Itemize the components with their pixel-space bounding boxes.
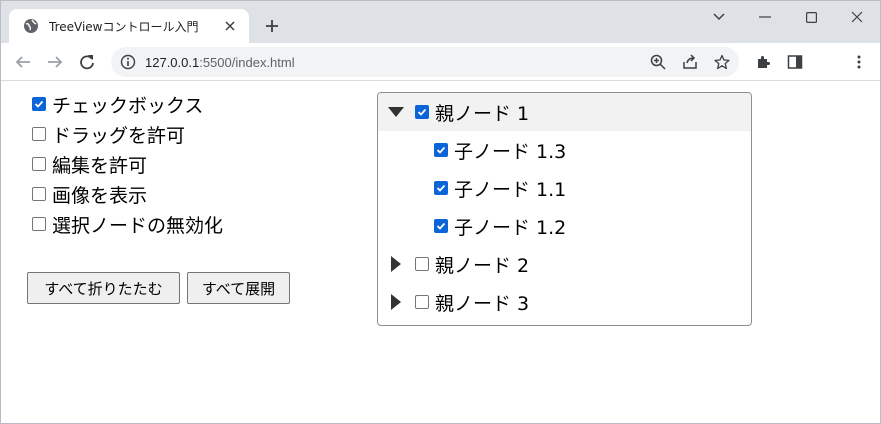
- option-disable-selected[interactable]: 選択ノードの無効化: [32, 212, 224, 237]
- globe-icon: [23, 18, 39, 34]
- checkbox-unchecked[interactable]: [32, 127, 46, 141]
- tree-node-label: 子ノード 1.2: [454, 216, 567, 239]
- bookmark-star-icon[interactable]: [712, 52, 732, 72]
- site-info-icon[interactable]: [111, 54, 145, 70]
- new-tab-button[interactable]: [259, 13, 285, 39]
- side-panel-icon[interactable]: [785, 52, 805, 72]
- caret-right-icon[interactable]: [388, 256, 404, 272]
- tab-strip: TreeViewコントロール入門: [1, 1, 880, 43]
- tree-node-label: 親ノード 2: [435, 254, 530, 277]
- option-label: 編集を許可: [52, 154, 148, 177]
- checkbox-unchecked[interactable]: [32, 157, 46, 171]
- close-tab-icon[interactable]: [221, 17, 239, 35]
- browser-toolbar: 127.0.0.1:5500/index.html: [1, 43, 880, 81]
- checkbox-unchecked[interactable]: [32, 217, 46, 231]
- option-label: チェックボックス: [52, 94, 204, 117]
- option-label: ドラッグを許可: [52, 124, 186, 147]
- tab-search-icon[interactable]: [696, 1, 742, 33]
- option-drag[interactable]: ドラッグを許可: [32, 122, 186, 147]
- tab-title: TreeViewコントロール入門: [49, 19, 199, 34]
- option-checkbox[interactable]: チェックボックス: [32, 92, 204, 117]
- url-text: 127.0.0.1:5500/index.html: [145, 55, 295, 70]
- tree-node-label: 子ノード 1.1: [454, 178, 567, 201]
- caret-down-icon[interactable]: [388, 104, 404, 120]
- tree-checkbox-checked[interactable]: [434, 219, 448, 233]
- back-arrow-icon[interactable]: [9, 48, 37, 76]
- checkbox-checked[interactable]: [32, 97, 46, 111]
- menu-kebab-icon[interactable]: [849, 52, 869, 72]
- zoom-icon[interactable]: [648, 52, 668, 72]
- caret-right-icon[interactable]: [388, 294, 404, 310]
- tree-node-label: 子ノード 1.3: [454, 140, 567, 163]
- share-icon[interactable]: [680, 52, 700, 72]
- tree-checkbox-checked[interactable]: [434, 181, 448, 195]
- tree-node-parent-2[interactable]: 親ノード 2: [378, 245, 751, 283]
- forward-arrow-icon[interactable]: [41, 48, 69, 76]
- tree-node-child-1-1[interactable]: 子ノード 1.1: [378, 169, 751, 207]
- extensions-puzzle-icon[interactable]: [753, 52, 773, 72]
- tree-checkbox-checked[interactable]: [415, 105, 429, 119]
- option-edit[interactable]: 編集を許可: [32, 152, 148, 177]
- tree-checkbox-checked[interactable]: [434, 143, 448, 157]
- maximize-icon[interactable]: [788, 1, 834, 33]
- tree-checkbox-unchecked[interactable]: [415, 257, 429, 271]
- option-label: 選択ノードの無効化: [52, 214, 224, 237]
- minimize-icon[interactable]: [742, 1, 788, 33]
- address-bar[interactable]: 127.0.0.1:5500/index.html: [111, 47, 739, 77]
- option-images[interactable]: 画像を表示: [32, 182, 148, 207]
- reload-icon[interactable]: [73, 48, 101, 76]
- browser-window: TreeViewコントロール入門 127.0.0.1:5500/index.ht…: [0, 0, 881, 424]
- url-host: 127.0.0.1: [145, 54, 200, 70]
- browser-tab[interactable]: TreeViewコントロール入門: [9, 9, 249, 43]
- tree-checkbox-unchecked[interactable]: [415, 295, 429, 309]
- tree-node-parent-1[interactable]: 親ノード 1: [378, 93, 751, 131]
- url-path: :5500/index.html: [199, 54, 295, 70]
- tree-node-label: 親ノード 3: [435, 292, 530, 315]
- close-window-icon[interactable]: [834, 1, 880, 33]
- tree-view: 親ノード 1 子ノード 1.3 子ノード 1.1 子ノード 1.2 親ノード 2…: [377, 92, 752, 326]
- tree-node-child-1-3[interactable]: 子ノード 1.3: [378, 131, 751, 169]
- tree-node-parent-3[interactable]: 親ノード 3: [378, 283, 751, 321]
- collapse-all-button[interactable]: すべて折りたたむ: [27, 272, 180, 304]
- expand-all-button[interactable]: すべて展開: [187, 272, 290, 304]
- page-content: チェックボックス ドラッグを許可 編集を許可 画像を表示 選択ノードの無効化 す…: [1, 82, 880, 423]
- tree-node-label: 親ノード 1: [435, 102, 530, 125]
- tree-node-child-1-2[interactable]: 子ノード 1.2: [378, 207, 751, 245]
- option-label: 画像を表示: [52, 184, 148, 207]
- checkbox-unchecked[interactable]: [32, 187, 46, 201]
